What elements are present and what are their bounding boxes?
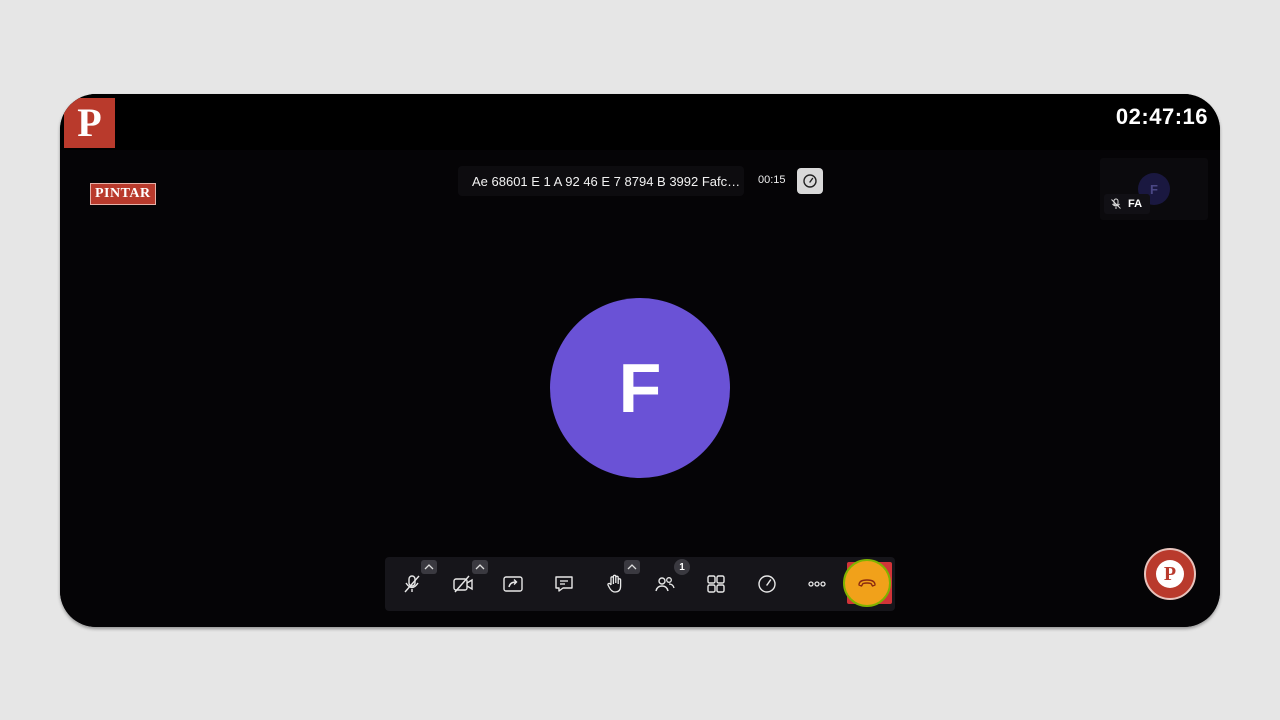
brand-logo: P (64, 98, 115, 148)
share-screen-button[interactable] (493, 564, 533, 604)
call-toolbar: 1 (385, 557, 895, 611)
more-button[interactable] (797, 564, 837, 604)
raise-hand-icon (607, 574, 622, 593)
mic-off-icon (1111, 198, 1121, 209)
mic-options-button[interactable] (421, 560, 437, 574)
participants-icon (655, 577, 675, 592)
meeting-window: P 02:47:16 PINTAR Ae 68601 E 1 A 92 46 E… (60, 94, 1220, 627)
camera-off-icon (453, 575, 473, 593)
brand-assistant-letter: P (1163, 563, 1177, 585)
participants-count-badge: 1 (674, 559, 690, 575)
brand-badge: PINTAR (90, 183, 156, 205)
brand-assistant-logo: P (1156, 560, 1184, 588)
end-call-button[interactable] (843, 559, 891, 607)
chat-button[interactable] (544, 564, 584, 604)
call-health-button[interactable] (797, 168, 823, 194)
layout-button[interactable] (696, 564, 736, 604)
clock: 02:47:16 (1115, 104, 1208, 129)
reactions-options-button[interactable] (624, 560, 640, 574)
top-bar: P 02:47:16 (60, 94, 1220, 150)
end-call-icon (858, 579, 876, 587)
mic-off-icon (404, 575, 420, 593)
speed-icon (758, 575, 776, 593)
call-health-toolbar-button[interactable] (747, 564, 787, 604)
main-participant-avatar: F (550, 298, 730, 478)
participant-thumbnail[interactable]: F FA (1100, 158, 1208, 220)
speed-icon (803, 174, 817, 188)
chevron-up-icon (424, 564, 434, 570)
thumbnail-label: FA (1104, 194, 1151, 214)
meeting-timer: 00:15 (758, 174, 786, 186)
brand-assistant-button[interactable]: P (1144, 548, 1196, 600)
chat-icon (555, 576, 573, 592)
share-screen-icon (503, 576, 523, 592)
more-icon (808, 581, 826, 587)
thumbnail-name: FA (1128, 198, 1143, 210)
camera-options-button[interactable] (472, 560, 488, 574)
chevron-up-icon (627, 564, 637, 570)
layout-grid-icon (707, 575, 725, 593)
chevron-up-icon (475, 564, 485, 570)
brand-logo-letter: P (77, 100, 102, 145)
meeting-title: Ae 68601 E 1 A 92 46 E 7 8794 B 3992 Faf… (458, 166, 744, 196)
